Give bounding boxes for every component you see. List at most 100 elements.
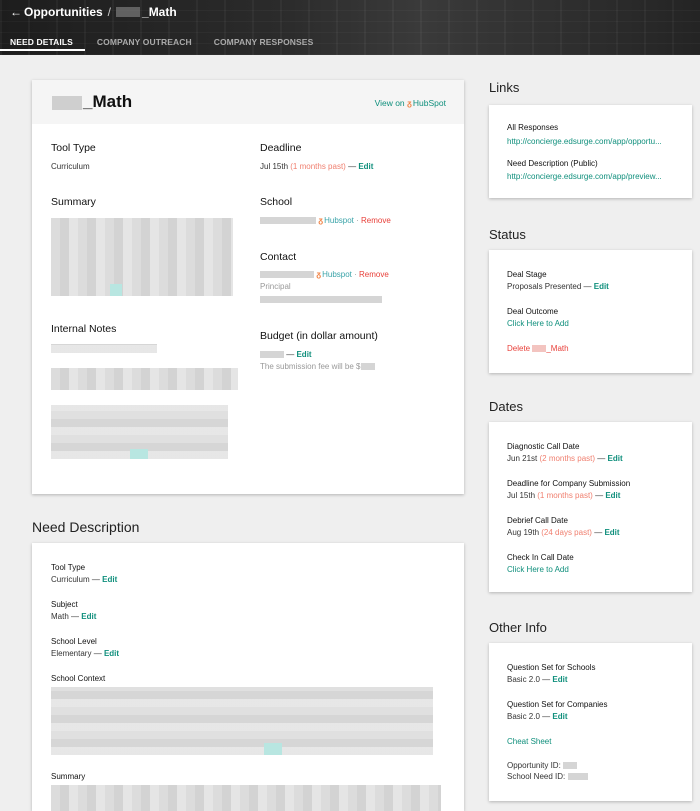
qs-companies-value: Basic 2.0 — Edit xyxy=(507,712,567,721)
nd-summary-redacted xyxy=(51,785,441,811)
company-deadline-edit-link[interactable]: Edit xyxy=(605,491,620,500)
dash: — xyxy=(583,282,592,291)
need-description-public-link[interactable]: http://concierge.edsurge.com/app/preview… xyxy=(507,172,662,181)
links-heading: Links xyxy=(489,80,520,95)
nd-tool-type-label: Tool Type xyxy=(51,563,86,572)
summary-redacted-chip xyxy=(110,284,122,296)
back-arrow-icon[interactable]: ← xyxy=(10,5,22,19)
nd-school-level-edit-link[interactable]: Edit xyxy=(104,649,119,658)
deal-stage-value: Proposals Presented — Edit xyxy=(507,282,609,291)
redacted-name xyxy=(116,7,141,17)
breadcrumb-current: _Math xyxy=(142,5,177,19)
deadline-edit-link[interactable]: Edit xyxy=(358,162,373,171)
hubspot-icon: ᵹ xyxy=(316,270,322,279)
other-info-card: Question Set for Schools Basic 2.0 — Edi… xyxy=(489,643,692,801)
contact-role: Principal xyxy=(260,282,291,291)
check-in-call-label: Check In Call Date xyxy=(507,553,574,562)
qs-schools-edit-link[interactable]: Edit xyxy=(552,675,567,684)
redacted-contact-email xyxy=(260,296,382,303)
nd-tool-type-edit-link[interactable]: Edit xyxy=(102,575,117,584)
qs-schools-value: Basic 2.0 — Edit xyxy=(507,675,567,684)
qs-schools-label: Question Set for Schools xyxy=(507,663,596,672)
nd-tool-type-text: Curriculum xyxy=(51,575,90,584)
redacted-budget xyxy=(260,351,284,359)
nd-tool-type-value: Curriculum — Edit xyxy=(51,575,117,584)
company-deadline-label: Deadline for Company Submission xyxy=(507,479,631,488)
redacted-contact xyxy=(260,271,314,279)
tool-type-value: Curriculum xyxy=(51,162,90,171)
tab-need-details[interactable]: NEED DETAILS xyxy=(0,37,85,51)
redacted-delete-name xyxy=(532,345,547,353)
all-responses-label: All Responses xyxy=(507,123,559,132)
diagnostic-call-edit-link[interactable]: Edit xyxy=(608,454,623,463)
hubspot-text: HubSpot xyxy=(412,98,446,108)
opportunity-id-label: Opportunity ID: xyxy=(507,761,561,770)
breadcrumb-opportunities[interactable]: Opportunities xyxy=(24,5,103,19)
submission-fee-text: The submission fee will be $ xyxy=(260,362,361,371)
dash: — xyxy=(93,649,102,658)
budget-label: Budget (in dollar amount) xyxy=(260,330,378,342)
nd-subject-edit-link[interactable]: Edit xyxy=(81,612,96,621)
school-value: ᵹHubspot · Remove xyxy=(260,216,391,225)
dash: — xyxy=(597,454,606,463)
nd-subject-label: Subject xyxy=(51,600,78,609)
all-responses-link[interactable]: http://concierge.edsurge.com/app/opportu… xyxy=(507,137,662,146)
company-deadline-date: Jul 15th xyxy=(507,491,536,500)
nd-subject-value: Math — Edit xyxy=(51,612,96,621)
deal-stage-text: Proposals Presented xyxy=(507,282,582,291)
need-description-card: Tool Type Curriculum — Edit Subject Math… xyxy=(32,543,464,811)
dash: — xyxy=(542,675,551,684)
nd-subject-text: Math xyxy=(51,612,69,621)
breadcrumb: ← Opportunities / _Math xyxy=(10,5,177,19)
school-hubspot-link[interactable]: Hubspot xyxy=(324,216,354,225)
nd-school-level-label: School Level xyxy=(51,637,97,646)
deal-stage-edit-link[interactable]: Edit xyxy=(594,282,609,291)
school-need-id-label: School Need ID: xyxy=(507,772,566,781)
dash: — xyxy=(542,712,551,721)
tool-type-label: Tool Type xyxy=(51,142,96,154)
links-card: All Responses http://concierge.edsurge.c… xyxy=(489,105,692,198)
need-description-public-label: Need Description (Public) xyxy=(507,159,598,168)
contact-hubspot-link[interactable]: Hubspot xyxy=(322,270,352,279)
redacted-fee xyxy=(360,363,375,371)
internal-notes-label: Internal Notes xyxy=(51,323,117,335)
summary-redacted xyxy=(51,218,233,296)
contact-label: Contact xyxy=(260,251,297,263)
budget-value: — Edit xyxy=(260,350,312,359)
debrief-call-label: Debrief Call Date xyxy=(507,516,568,525)
deadline-label: Deadline xyxy=(260,142,302,154)
qs-companies-edit-link[interactable]: Edit xyxy=(552,712,567,721)
deadline-date: Jul 15th xyxy=(260,162,289,171)
company-deadline-past: (1 months past) xyxy=(537,491,593,500)
qs-schools-text: Basic 2.0 xyxy=(507,675,540,684)
debrief-call-date: Aug 19th xyxy=(507,528,540,537)
school-remove-link[interactable]: Remove xyxy=(361,216,391,225)
deal-outcome-add-link[interactable]: Click Here to Add xyxy=(507,319,569,328)
delete-suffix: _Math xyxy=(546,344,569,353)
tab-bar: NEED DETAILS COMPANY OUTREACH COMPANY RE… xyxy=(0,37,325,51)
deal-outcome-label: Deal Outcome xyxy=(507,307,559,316)
check-in-call-add-link[interactable]: Click Here to Add xyxy=(507,565,569,574)
debrief-call-edit-link[interactable]: Edit xyxy=(604,528,619,537)
debrief-call-past: (24 days past) xyxy=(541,528,592,537)
dash: — xyxy=(594,528,603,537)
tab-company-outreach[interactable]: COMPANY OUTREACH xyxy=(87,37,204,51)
qs-companies-text: Basic 2.0 xyxy=(507,712,540,721)
cheat-sheet-link[interactable]: Cheat Sheet xyxy=(507,737,551,746)
diagnostic-call-past: (2 months past) xyxy=(539,454,596,463)
other-info-heading: Other Info xyxy=(489,620,547,635)
delete-opportunity-link[interactable]: Delete _Math xyxy=(507,344,569,353)
delete-text: Delete xyxy=(507,344,531,353)
view-on-hubspot-link[interactable]: View on ᵹHubSpot xyxy=(375,98,446,108)
summary-label: Summary xyxy=(51,196,96,208)
view-on-text: View on xyxy=(374,98,405,108)
nd-school-level-value: Elementary — Edit xyxy=(51,649,119,658)
redacted-title-prefix xyxy=(52,96,82,110)
opportunity-id: Opportunity ID: xyxy=(507,761,578,770)
contact-remove-link[interactable]: Remove xyxy=(359,270,389,279)
deadline-past: (1 months past) xyxy=(290,162,346,171)
budget-edit-link[interactable]: Edit xyxy=(296,350,311,359)
tab-company-responses[interactable]: COMPANY RESPONSES xyxy=(204,37,326,51)
nd-summary-label: Summary xyxy=(51,772,86,781)
submission-fee-note: The submission fee will be $ xyxy=(260,362,375,371)
